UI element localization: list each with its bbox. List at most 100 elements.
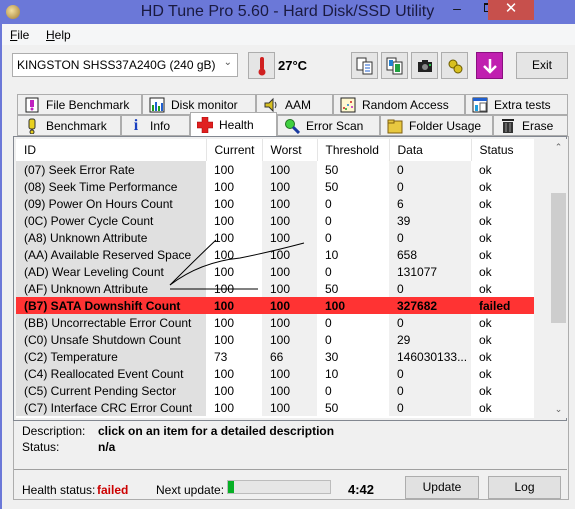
cell-data: 29 xyxy=(389,331,471,348)
cell-data: 0 xyxy=(389,178,471,195)
cell-data: 6 xyxy=(389,195,471,212)
cell-status: ok xyxy=(479,162,492,177)
cell-worst: 100 xyxy=(262,161,317,178)
window-border xyxy=(0,24,2,509)
screenshot-button[interactable] xyxy=(411,52,438,79)
cell-current: 100 xyxy=(214,366,235,381)
minimize-button[interactable]: – xyxy=(444,1,470,20)
table-row[interactable]: (09) Power On Hours Count 100 100 0 6 ok xyxy=(16,195,534,212)
tab-file-benchmark[interactable]: File Benchmark xyxy=(17,94,142,115)
cell-current: 100 xyxy=(214,264,235,279)
tab-info[interactable]: i Info xyxy=(121,115,190,136)
column-header-threshold[interactable]: Threshold xyxy=(317,139,390,161)
tab-benchmark[interactable]: Benchmark xyxy=(17,115,121,136)
cell-status: ok xyxy=(479,400,492,415)
cell-data: 0 xyxy=(389,382,471,399)
info-icon: i xyxy=(133,116,139,134)
tab-extra-tests[interactable]: Extra tests xyxy=(465,94,568,115)
scroll-up-icon[interactable]: ⌃ xyxy=(550,139,567,156)
cell-threshold: 50 xyxy=(325,162,339,177)
drive-select[interactable]: KINGSTON SHSS37A240G (240 gB) ⌄ xyxy=(12,53,238,77)
menu-bar: File Help xyxy=(2,24,575,45)
cell-worst: 100 xyxy=(262,382,317,399)
footer: Health status: failed Next update: 4:42 … xyxy=(22,476,568,502)
cell-id: (09) Power On Hours Count xyxy=(16,195,206,212)
log-button[interactable]: Log xyxy=(488,476,561,499)
description-value: click on an item for a detailed descript… xyxy=(98,424,335,438)
scroll-thumb[interactable] xyxy=(551,193,566,323)
cell-data: 0 xyxy=(389,365,471,382)
cell-status: ok xyxy=(479,281,492,296)
cell-current: 100 xyxy=(214,332,235,347)
table-row[interactable]: (08) Seek Time Performance 100 100 50 0 ok xyxy=(16,178,534,195)
thermometer-icon xyxy=(258,56,265,75)
cell-status: ok xyxy=(479,383,492,398)
column-header-current[interactable]: Current xyxy=(206,139,263,161)
title-bar: HD Tune Pro 5.60 - Hard Disk/SSD Utility… xyxy=(0,0,575,24)
smart-attributes-table[interactable]: ID Current Worst Threshold Data Status (… xyxy=(16,139,534,418)
menu-help[interactable]: Help xyxy=(46,28,71,42)
cell-worst: 100 xyxy=(262,399,317,416)
cell-worst: 100 xyxy=(262,178,317,195)
divider xyxy=(14,469,567,470)
cell-data: 327682 xyxy=(389,297,471,314)
cell-id: (B7) SATA Downshift Count xyxy=(16,297,206,314)
table-scrollbar[interactable]: ⌃ ⌄ xyxy=(550,139,567,418)
table-row[interactable]: (C5) Current Pending Sector 100 100 0 0 ok xyxy=(16,382,534,399)
table-row[interactable]: (C4) Reallocated Event Count 100 100 10 0 ok xyxy=(16,365,534,382)
tab-random-access[interactable]: Random Access xyxy=(333,94,465,115)
tab-error-scan[interactable]: Error Scan xyxy=(277,115,380,136)
tab-folder-usage[interactable]: Folder Usage xyxy=(380,115,493,136)
menu-file[interactable]: File xyxy=(10,28,29,42)
cell-current: 73 xyxy=(214,349,228,364)
tab-health[interactable]: Health xyxy=(190,112,277,136)
cell-id: (08) Seek Time Performance xyxy=(16,178,206,195)
cell-threshold: 0 xyxy=(325,332,332,347)
table-row[interactable]: (07) Seek Error Rate 100 100 50 0 ok xyxy=(16,161,534,178)
table-row[interactable]: (AF) Unknown Attribute 100 100 50 0 ok xyxy=(16,280,534,297)
magnifier-icon xyxy=(284,118,300,134)
cell-threshold: 50 xyxy=(325,281,339,296)
column-header-status[interactable]: Status xyxy=(471,139,534,161)
cell-current: 100 xyxy=(214,400,235,415)
cell-id: (C7) Interface CRC Error Count xyxy=(16,399,206,416)
save-button[interactable] xyxy=(476,52,503,79)
save-download-icon xyxy=(482,58,497,74)
folder-icon xyxy=(387,118,403,134)
cell-worst: 100 xyxy=(262,314,317,331)
cell-id: (0C) Power Cycle Count xyxy=(16,212,206,229)
copy-text-button[interactable] xyxy=(351,52,378,79)
column-header-worst[interactable]: Worst xyxy=(262,139,318,161)
cell-worst: 100 xyxy=(262,280,317,297)
table-row[interactable]: (C2) Temperature 73 66 30 146030133... ok xyxy=(16,348,534,365)
close-button[interactable]: ✕ xyxy=(488,0,534,20)
next-update-progress xyxy=(227,480,331,494)
table-row[interactable]: (C0) Unsafe Shutdown Count 100 100 0 29 ok xyxy=(16,331,534,348)
table-row[interactable]: (AA) Available Reserved Space 100 100 10 658… xyxy=(16,246,534,263)
cell-current: 100 xyxy=(214,213,235,228)
exit-button[interactable]: Exit xyxy=(516,52,568,79)
copy-screenshot-button[interactable] xyxy=(381,52,408,79)
cell-status: ok xyxy=(479,366,492,381)
table-row[interactable]: (C7) Interface CRC Error Count 100 100 50 0 o… xyxy=(16,399,534,416)
column-header-data[interactable]: Data xyxy=(389,139,472,161)
exclamation-icon xyxy=(24,118,40,134)
table-row[interactable]: (0C) Power Cycle Count 100 100 0 39 ok xyxy=(16,212,534,229)
cell-status: ok xyxy=(479,315,492,330)
column-header-id[interactable]: ID xyxy=(16,139,207,161)
cell-worst: 100 xyxy=(262,229,317,246)
cell-current: 100 xyxy=(214,383,235,398)
table-row[interactable]: (BB) Uncorrectable Error Count 100 100 0 0 ok xyxy=(16,314,534,331)
scroll-down-icon[interactable]: ⌄ xyxy=(550,401,567,418)
table-row[interactable]: (A8) Unknown Attribute 100 100 0 0 ok xyxy=(16,229,534,246)
cell-threshold: 50 xyxy=(325,179,339,194)
cell-threshold: 0 xyxy=(325,230,332,245)
cell-worst: 66 xyxy=(262,348,317,365)
cell-threshold: 50 xyxy=(325,400,339,415)
temperature-button[interactable] xyxy=(248,52,275,79)
update-button[interactable]: Update xyxy=(405,476,479,499)
table-row-failed[interactable]: (B7) SATA Downshift Count 100 100 100 327682… xyxy=(16,297,534,314)
tab-erase[interactable]: Erase xyxy=(493,115,568,136)
table-row[interactable]: (AD) Wear Leveling Count 100 100 0 131077 ok xyxy=(16,263,534,280)
options-button[interactable] xyxy=(441,52,468,79)
